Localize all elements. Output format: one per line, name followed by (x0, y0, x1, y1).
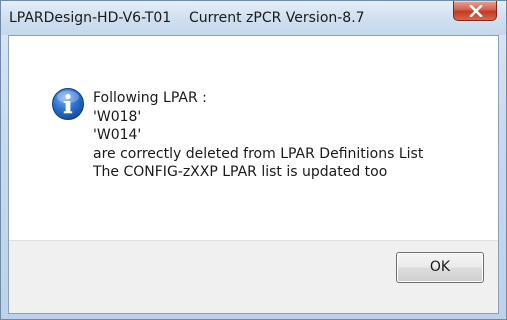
message-text: Following LPAR : 'W018' 'W014' are corre… (93, 89, 423, 182)
window-title: LPARDesign-HD-V6-T01 Current zPCR Versio… (9, 10, 365, 26)
close-icon (469, 5, 483, 17)
message-line: The CONFIG-zXXP LPAR list is updated too (93, 164, 388, 180)
message-line: Following LPAR : (93, 90, 207, 106)
message-line: 'W018' (93, 108, 142, 125)
ok-button[interactable]: OK (396, 252, 484, 283)
info-icon (52, 88, 84, 120)
message-line: are correctly deleted from LPAR Definiti… (93, 145, 424, 162)
title-bar[interactable]: LPARDesign-HD-V6-T01 Current zPCR Versio… (1, 1, 506, 35)
dialog-body: Following LPAR : 'W018' 'W014' are corre… (8, 35, 499, 314)
message-line: 'W014' (93, 127, 142, 143)
message-dialog-window: LPARDesign-HD-V6-T01 Current zPCR Versio… (0, 0, 507, 320)
close-button[interactable] (453, 1, 497, 21)
